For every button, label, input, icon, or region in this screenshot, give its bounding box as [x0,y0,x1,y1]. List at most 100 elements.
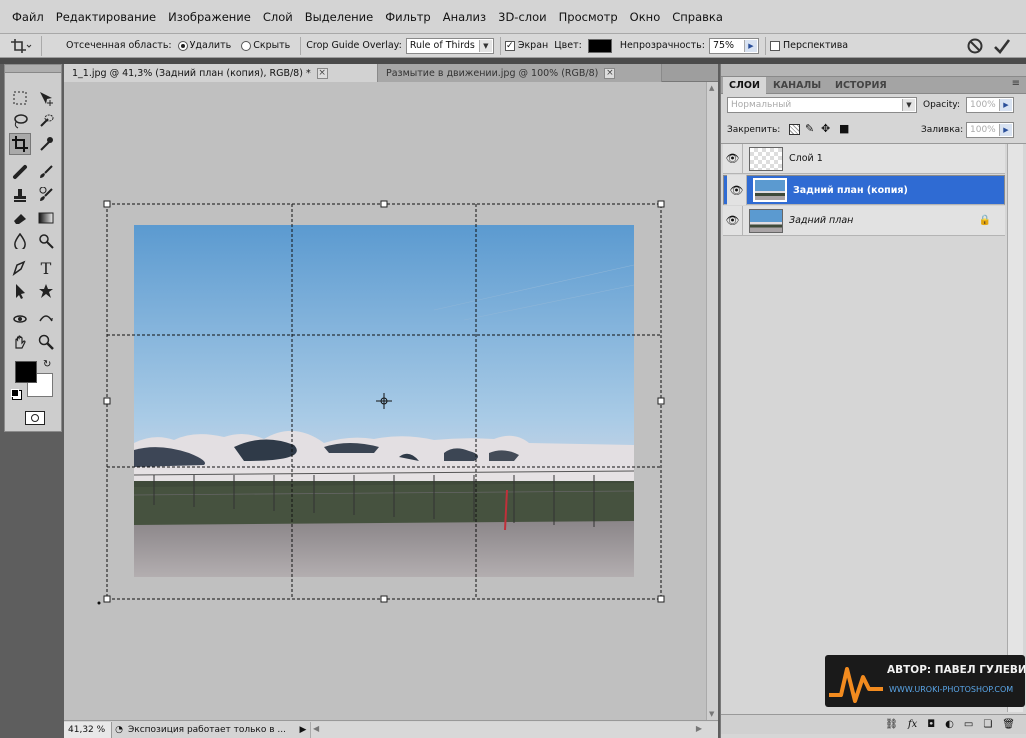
tab-layers[interactable]: СЛОИ [723,77,766,94]
overlay-label: Crop Guide Overlay: [306,40,402,51]
layer-opacity-input[interactable]: 100% ▶ [966,97,1014,113]
layers-scrollbar[interactable] [1007,144,1023,712]
3d-rotate-icon[interactable] [9,308,31,330]
blur-icon[interactable] [9,230,31,252]
layer-row[interactable]: 👁 Задний план 🔒 [723,205,1005,236]
swap-colors-icon[interactable]: ↻ [43,359,51,370]
chevron-right-icon: ▶ [999,124,1012,136]
canvas[interactable] [64,82,718,720]
menu-file[interactable]: Файл [6,10,50,24]
menu-window[interactable]: Окно [624,10,667,24]
tab-history[interactable]: ИСТОРИЯ [829,77,893,94]
vertical-scrollbar[interactable]: ▲ ▼ [706,82,718,720]
eraser-icon[interactable] [9,207,31,229]
hand-icon[interactable] [9,331,31,353]
foreground-color-swatch[interactable] [15,361,37,383]
panel-bottom-bar: ⛓ fx ◘ ◐ ▭ ❏ 🗑 [721,714,1026,734]
lock-all-icon[interactable]: ■ [839,122,849,135]
menu-layer[interactable]: Слой [257,10,299,24]
3d-orbit-icon[interactable] [35,308,57,330]
layer-style-icon[interactable]: fx [908,719,917,730]
quick-selection-icon[interactable] [35,110,57,132]
crop-overlay[interactable] [64,82,718,720]
menu-help[interactable]: Справка [666,10,729,24]
menu-view[interactable]: Просмотр [553,10,624,24]
close-icon[interactable]: × [316,67,328,79]
dodge-icon[interactable] [35,230,57,252]
panel-menu-icon[interactable]: ≡ [1012,78,1020,89]
cancel-icon[interactable] [966,37,984,55]
layer-name: Слой 1 [789,153,823,164]
perspective-checkbox[interactable]: Перспектива [769,40,848,51]
new-group-icon[interactable]: ▭ [964,719,973,730]
lock-position-icon[interactable]: ✥ [821,122,830,135]
commit-checkmark-icon[interactable] [993,37,1011,55]
lock-pixels-icon[interactable]: ✎ [805,122,814,135]
toolbox-header[interactable] [5,65,61,73]
custom-shape-icon[interactable] [35,280,57,302]
status-bar: 41,32 % ◔ Экспозиция работает только в .… [64,720,718,738]
scroll-up-icon[interactable]: ▲ [709,84,714,92]
crop-icon[interactable] [9,133,31,155]
link-layers-icon[interactable]: ⛓ [885,719,898,730]
overlay-select[interactable]: Rule of Thirds ▼ [405,37,494,54]
scroll-right-icon[interactable]: ▶ [696,724,702,733]
type-icon[interactable]: T [35,257,57,279]
scroll-left-icon[interactable]: ◀ [313,724,319,733]
watermark-logo: АВТОР: ПАВЕЛ ГУЛЕВИЧ WWW.UROKI-PHOTOSHOP… [825,655,1025,707]
opacity-input[interactable]: 75% ▶ [708,37,759,54]
status-info-text[interactable]: Экспозиция работает только в ... [126,725,296,735]
delete-radio[interactable]: Удалить [177,40,231,51]
lock-transparency-icon[interactable] [789,124,800,135]
eye-icon[interactable]: 👁 [723,205,743,236]
default-colors-icon[interactable] [11,389,19,397]
path-selection-icon[interactable] [9,280,31,302]
scroll-down-icon[interactable]: ▼ [709,710,714,718]
horizontal-scrollbar[interactable]: ◀ ▶ [310,721,718,738]
marquee-icon[interactable] [9,87,31,109]
menu-select[interactable]: Выделение [299,10,380,24]
shield-checkbox[interactable]: ✓ Экран [504,40,549,51]
eye-icon[interactable]: 👁 [723,143,743,174]
eye-icon[interactable]: 👁 [727,175,747,205]
close-icon[interactable]: × [604,67,616,79]
menu-image[interactable]: Изображение [162,10,257,24]
options-bar: Отсеченная область: Удалить Скрыть Crop … [0,34,1026,58]
shield-color-swatch[interactable] [587,38,612,53]
status-menu-arrow-icon[interactable]: ▶ [296,725,310,735]
blend-mode-select[interactable]: Нормальный ▼ [727,97,917,113]
shield-checkbox-label: Экран [517,40,549,51]
add-mask-icon[interactable]: ◘ [927,719,935,730]
layer-row[interactable]: 👁 Задний план (копия) [723,175,1005,205]
eyedropper-icon[interactable] [35,133,57,155]
hide-radio[interactable]: Скрыть [241,40,290,51]
menu-3d[interactable]: 3D-слои [492,10,553,24]
layer-row[interactable]: 👁 Слой 1 [723,143,1005,174]
tab-channels[interactable]: КАНАЛЫ [767,77,827,94]
zoom-icon[interactable] [35,331,57,353]
cropped-area-label: Отсеченная область: [66,40,172,51]
new-layer-icon[interactable]: ❏ [983,719,992,730]
delete-layer-icon[interactable]: 🗑 [1002,719,1015,730]
adjustment-layer-icon[interactable]: ◐ [945,719,954,730]
move-icon[interactable] [35,87,57,109]
history-brush-icon[interactable] [35,184,57,206]
clone-stamp-icon[interactable] [9,184,31,206]
menu-filter[interactable]: Фильтр [379,10,437,24]
fill-input[interactable]: 100% ▶ [966,122,1014,138]
brush-icon[interactable] [35,161,57,183]
blend-mode-value: Нормальный [731,100,792,110]
tab-document-1[interactable]: 1_1.jpg @ 41,3% (Задний план (копия), RG… [64,64,378,82]
panel-header[interactable] [721,64,1026,77]
tab-document-2[interactable]: Размытие в движении.jpg @ 100% (RGB/8) × [378,64,662,82]
pen-icon[interactable] [9,257,31,279]
quick-mask-icon[interactable] [25,411,45,425]
menu-edit[interactable]: Редактирование [50,10,162,24]
zoom-level[interactable]: 41,32 % [64,721,112,738]
gradient-icon[interactable] [35,207,57,229]
lasso-icon[interactable] [9,110,31,132]
crop-tool-preset-icon[interactable] [0,35,42,56]
watermark-site: WWW.UROKI-PHOTOSHOP.COM [889,685,1014,694]
healing-brush-icon[interactable] [9,161,31,183]
menu-analysis[interactable]: Анализ [437,10,492,24]
